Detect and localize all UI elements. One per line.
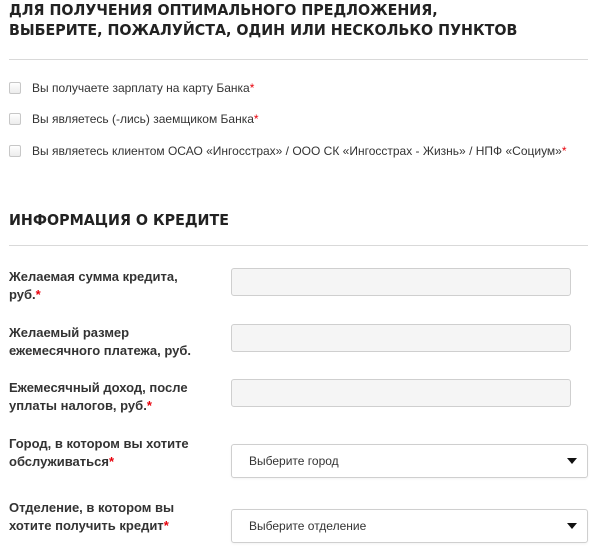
offers-section-title: ДЛЯ ПОЛУЧЕНИЯ ОПТИМАЛЬНОГО ПРЕДЛОЖЕНИЯ, … — [9, 0, 517, 40]
loan-amount-label: Желаемая сумма кредита, руб.* — [9, 269, 178, 302]
monthly-payment-label: Желаемый размер ежемесячного платежа, ру… — [9, 325, 192, 358]
required-asterisk: * — [108, 454, 114, 469]
section-divider — [9, 59, 588, 60]
salary-card-checkbox[interactable] — [9, 82, 21, 94]
credit-section-title: ИНФОРМАЦИЯ О КРЕДИТЕ — [9, 211, 229, 229]
required-asterisk: * — [146, 398, 152, 413]
city-select[interactable]: Выберите город — [231, 444, 588, 478]
monthly-income-input[interactable] — [231, 379, 571, 407]
loan-amount-input[interactable] — [231, 268, 571, 296]
required-asterisk: * — [249, 81, 255, 95]
salary-card-option[interactable]: Вы получаете зарплату на карту Банка* — [9, 80, 254, 96]
salary-card-option-label: Вы получаете зарплату на карту Банка* — [32, 81, 255, 95]
dropdown-arrow-icon — [567, 523, 577, 529]
monthly-income-label: Ежемесячный доход, после уплаты налогов,… — [9, 380, 188, 413]
offers-title-line-2: ВЫБЕРИТЕ, ПОЖАЛУЙСТА, ОДИН ИЛИ НЕСКОЛЬКО… — [9, 21, 518, 39]
bank-borrower-checkbox[interactable] — [9, 113, 21, 125]
branch-select-value: Выберите отделение — [249, 519, 367, 533]
required-asterisk: * — [561, 144, 567, 158]
bank-borrower-option-label: Вы являетесь (-лись) заемщиком Банка* — [32, 112, 259, 126]
insurance-client-option-label: Вы являетесь клиентом ОСАО «Ингосстрах» … — [32, 144, 567, 158]
branch-label: Отделение, в котором вы хотите получить … — [9, 500, 175, 533]
required-asterisk: * — [35, 287, 41, 302]
dropdown-arrow-icon — [567, 458, 577, 464]
required-asterisk: * — [253, 112, 259, 126]
offers-title-line-1: ДЛЯ ПОЛУЧЕНИЯ ОПТИМАЛЬНОГО ПРЕДЛОЖЕНИЯ, — [9, 1, 438, 19]
city-label: Город, в котором вы хотите обслуживаться… — [9, 436, 189, 469]
required-asterisk: * — [163, 518, 169, 533]
monthly-payment-input[interactable] — [231, 324, 571, 352]
bank-borrower-option[interactable]: Вы являетесь (-лись) заемщиком Банка* — [9, 111, 259, 127]
insurance-client-checkbox[interactable] — [9, 145, 21, 157]
insurance-client-option[interactable]: Вы являетесь клиентом ОСАО «Ингосстрах» … — [9, 143, 567, 159]
branch-select[interactable]: Выберите отделение — [231, 509, 588, 543]
section-divider — [9, 245, 588, 246]
city-select-value: Выберите город — [249, 454, 339, 468]
